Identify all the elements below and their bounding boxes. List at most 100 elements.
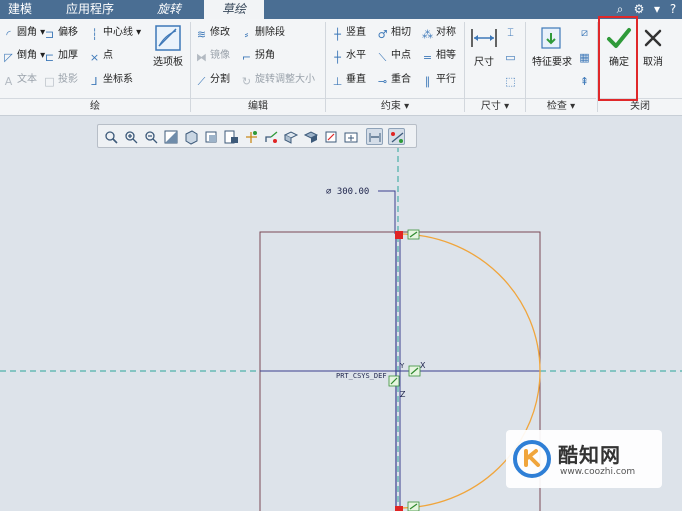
rotate-resize-button[interactable]: ↻ 旋转调整大小 xyxy=(240,72,315,88)
chamfer-button[interactable]: ◸ 倒角 ▾ xyxy=(2,48,45,64)
text-icon: A xyxy=(4,75,13,88)
tab-modeling[interactable]: 建模 xyxy=(0,0,40,19)
point-icon: × xyxy=(89,51,100,64)
parallel-constraint-button[interactable]: ∥ 平行 xyxy=(421,72,456,88)
display-style-button[interactable] xyxy=(182,128,199,145)
shading-icon xyxy=(303,131,319,143)
vertical-constraint-button[interactable]: ┼ 竖直 xyxy=(331,25,366,41)
centerline-icon: ┆ xyxy=(91,28,98,41)
view-manager-icon xyxy=(224,130,238,144)
tab-revolve[interactable]: 旋转 xyxy=(140,0,198,19)
equal-constraint-button[interactable]: = 相等 xyxy=(421,48,456,64)
tangent-constraint-icon[interactable] xyxy=(407,229,420,240)
refit-icon xyxy=(105,131,118,144)
spin-center-icon xyxy=(265,131,278,143)
chevron-down-icon[interactable]: ▾ xyxy=(504,101,509,112)
help-icon[interactable]: ? xyxy=(666,2,680,16)
saved-orientations-button[interactable] xyxy=(202,128,219,145)
site-name: 酷知网 xyxy=(558,443,621,467)
equal-icon: = xyxy=(422,51,433,64)
symmetric-icon: ⁂ xyxy=(422,28,433,41)
project-button[interactable]: □ 投影 xyxy=(43,72,78,88)
palette-button[interactable]: 选项板 xyxy=(150,25,186,68)
spin-center-button[interactable] xyxy=(262,128,279,145)
coincident-constraint-icon[interactable] xyxy=(408,365,421,377)
sketch-view-button[interactable] xyxy=(322,128,339,145)
y-axis-label: Y xyxy=(399,362,405,370)
point-button[interactable]: × 点 xyxy=(88,48,113,64)
corner-icon: ⌐ xyxy=(241,51,252,64)
constraint-display-icon xyxy=(391,132,404,143)
coincident-constraint-button[interactable]: ⊸ 重合 xyxy=(376,72,411,88)
site-url: www.coozhi.com xyxy=(560,467,636,477)
repaint-icon xyxy=(164,130,178,144)
settings-icon[interactable]: ⚙ xyxy=(632,2,646,16)
divide-button[interactable]: ⟋ 分割 xyxy=(195,72,230,88)
mirror-icon: ⧓ xyxy=(196,51,207,64)
dimension-tool-button[interactable]: ⬚ xyxy=(504,72,519,88)
midpoint-constraint-button[interactable]: ⟍ 中点 xyxy=(376,48,411,64)
dimension-tool-button[interactable]: ⌶ xyxy=(504,23,519,39)
zoom-in-button[interactable] xyxy=(122,128,139,145)
project-icon: □ xyxy=(44,75,55,88)
baseline-icon: ⌶ xyxy=(507,26,514,39)
view-manager-button[interactable] xyxy=(222,128,239,145)
inspect-tool-button[interactable]: ⧄ xyxy=(578,23,593,39)
datum-display-icon xyxy=(246,131,257,143)
ribbon: ◜ 圆角 ▾ ◸ 倒角 ▾ A 文本 ⊐ 偏移 ⊏ 加厚 □ 投影 ┆ 中心线 ▾ × 点 ⅃ 坐… xyxy=(0,19,682,116)
perimeter-icon: ⬚ xyxy=(505,75,516,88)
divide-icon: ⟋ xyxy=(197,75,206,88)
refit-button[interactable] xyxy=(102,128,119,145)
x-axis-label: X xyxy=(420,361,426,370)
tab-applications[interactable]: 应用程序 xyxy=(50,0,130,19)
constraint-group-footer: 约束 ▾ xyxy=(326,98,464,114)
dimension-display-toggle[interactable] xyxy=(366,128,383,145)
endpoint-marker[interactable] xyxy=(395,231,403,239)
shading-button[interactable] xyxy=(302,128,319,145)
horizontal-constraint-button[interactable]: ┼ 水平 xyxy=(331,48,366,64)
annotation-display-button[interactable] xyxy=(282,128,299,145)
tangent-constraint-icon[interactable] xyxy=(407,501,420,511)
endpoint-marker[interactable] xyxy=(395,506,403,511)
coincident-constraint-icon[interactable] xyxy=(388,375,400,387)
overlap-icon: ⧄ xyxy=(581,26,588,39)
chevron-down-icon[interactable]: ▾ xyxy=(650,2,664,16)
open-ends-icon: ⇞ xyxy=(579,75,590,88)
perpendicular-icon: ⊥ xyxy=(332,75,343,88)
chevron-down-icon[interactable]: ▾ xyxy=(404,101,409,112)
centerline-button[interactable]: ┆ 中心线 ▾ xyxy=(88,25,141,41)
cancel-button[interactable]: 取消 xyxy=(638,25,668,68)
delete-segment-button[interactable]: ⸗ 删除段 xyxy=(240,25,285,41)
perpendicular-constraint-button[interactable]: ⊥ 垂直 xyxy=(331,72,366,88)
mirror-button[interactable]: ⧓ 镜像 xyxy=(195,48,230,64)
dimension-tool-button[interactable]: ▭ xyxy=(504,48,519,64)
modify-button[interactable]: ≋ 修改 xyxy=(195,25,230,41)
inspect-tool-button[interactable]: ⇞ xyxy=(578,72,593,88)
sketch-settings-button[interactable] xyxy=(342,128,359,145)
diameter-dimension[interactable]: ⌀ 300.00 xyxy=(326,187,369,197)
sketch-view-icon xyxy=(325,131,337,143)
thicken-button[interactable]: ⊏ 加厚 xyxy=(43,48,78,64)
offset-icon: ⊐ xyxy=(44,28,55,41)
text-button[interactable]: A 文本 xyxy=(2,72,37,88)
constraint-display-toggle[interactable] xyxy=(388,128,405,145)
zoom-out-button[interactable] xyxy=(142,128,159,145)
repaint-button[interactable] xyxy=(162,128,179,145)
sketch-group-footer: 绘 xyxy=(0,98,190,114)
datum-display-button[interactable] xyxy=(242,128,259,145)
search-icon[interactable]: ⌕ xyxy=(613,2,627,16)
coord-sys-button[interactable]: ⅃ 坐标系 xyxy=(88,72,133,88)
symmetric-constraint-button[interactable]: ⁂ 对称 xyxy=(421,25,456,41)
dimension-button[interactable]: 尺寸 xyxy=(468,25,500,68)
chevron-down-icon[interactable]: ▾ xyxy=(570,101,575,112)
inspect-group-footer: 检查 ▾ xyxy=(526,98,596,114)
dimension-group-footer: 尺寸 ▾ xyxy=(465,98,525,114)
offset-button[interactable]: ⊐ 偏移 xyxy=(43,25,78,41)
feature-requirements-button[interactable]: 特征要求 xyxy=(528,25,576,68)
tab-sketch[interactable]: 草绘 xyxy=(204,0,264,19)
fillet-button[interactable]: ◜ 圆角 ▾ xyxy=(2,25,45,41)
inspect-tool-button[interactable]: ▦ xyxy=(578,48,593,64)
tangent-icon: ♂ xyxy=(377,28,388,41)
corner-button[interactable]: ⌐ 拐角 xyxy=(240,48,275,64)
tangent-constraint-button[interactable]: ♂ 相切 xyxy=(376,25,411,41)
